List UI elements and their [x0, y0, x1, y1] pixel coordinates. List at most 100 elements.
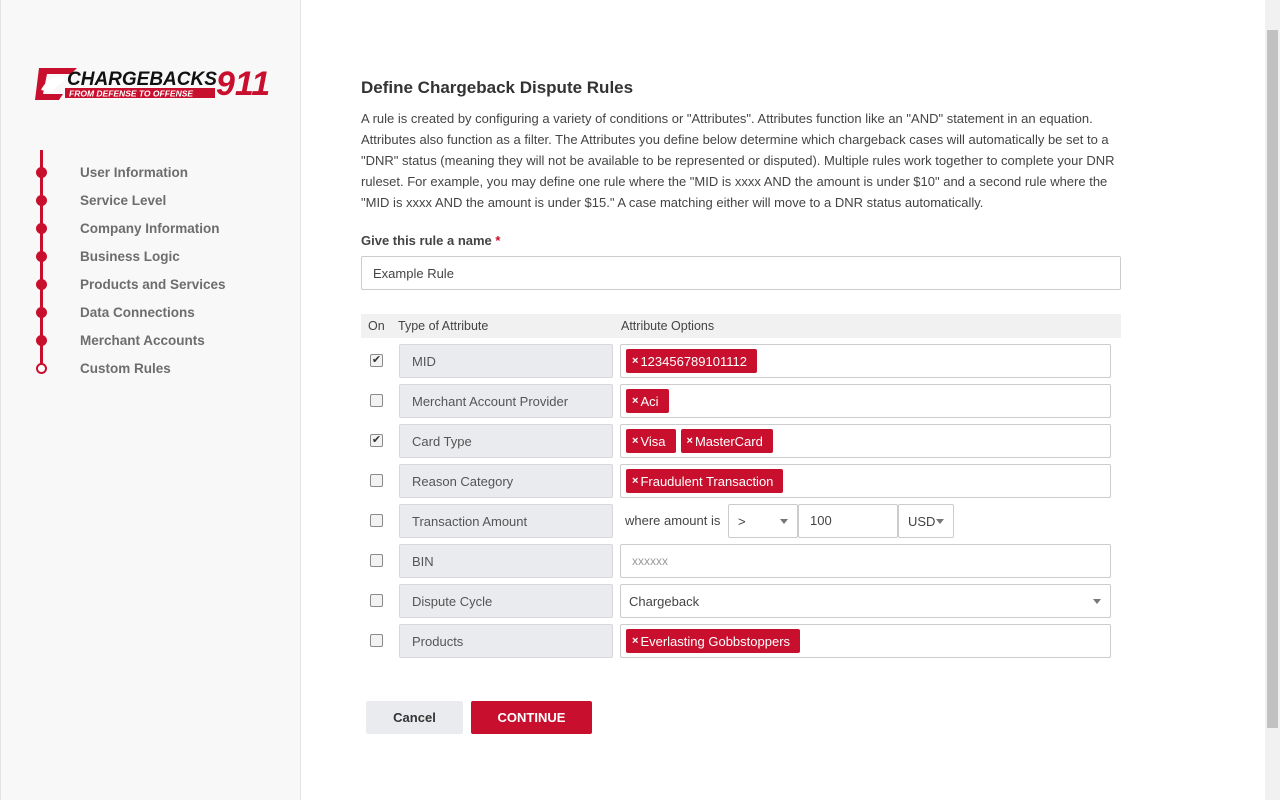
- step-user-information[interactable]: User Information: [31, 162, 291, 182]
- step-merchant-accounts[interactable]: Merchant Accounts: [31, 330, 291, 350]
- attribute-row-bin: BIN xxxxxx: [361, 544, 1121, 578]
- dispute-cycle-value: Chargeback: [629, 593, 700, 609]
- logo-tagline: FROM DEFENSE TO OFFENSE: [69, 89, 193, 99]
- tag-remove-icon[interactable]: ×: [632, 435, 638, 447]
- currency-value: USD: [908, 514, 936, 529]
- attribute-type: Transaction Amount: [399, 504, 613, 538]
- tag: × Visa: [626, 429, 676, 453]
- chevron-down-icon: [1093, 599, 1101, 604]
- page-title: Define Chargeback Dispute Rules: [361, 78, 634, 97]
- step-dot: [36, 194, 47, 206]
- attribute-type: MID: [399, 344, 613, 378]
- chargebacks911-logo[interactable]: CHARGEBACKS 911 FROM DEFENSE TO OFFENSE: [33, 64, 273, 104]
- tag-remove-icon[interactable]: ×: [687, 435, 693, 447]
- step-label: Products and Services: [80, 276, 226, 292]
- step-service-level[interactable]: Service Level: [31, 190, 291, 210]
- step-label: Custom Rules: [80, 360, 171, 376]
- currency-select[interactable]: USD: [898, 504, 954, 538]
- step-dot: [36, 306, 47, 318]
- tag-label: Fraudulent Transaction: [640, 473, 774, 489]
- header-options: Attribute Options: [621, 319, 715, 333]
- amount-operator-select[interactable]: >: [728, 504, 798, 538]
- tag-label: 123456789101112: [640, 353, 747, 369]
- bin-input[interactable]: xxxxxx: [620, 544, 1111, 578]
- page-description: A rule is created by configuring a varie…: [361, 111, 1115, 210]
- bin-checkbox[interactable]: [370, 554, 383, 567]
- required-marker: *: [495, 233, 501, 248]
- step-label: User Information: [80, 164, 189, 180]
- step-business-logic[interactable]: Business Logic: [31, 246, 291, 266]
- mid-tag-input[interactable]: × 123456789101112: [620, 344, 1111, 378]
- step-label: Service Level: [80, 192, 167, 208]
- rule-name-label: Give this rule a name *: [361, 233, 1121, 248]
- products-tag-input[interactable]: × Everlasting Gobbstoppers: [620, 624, 1111, 658]
- amount-condition: where amount is > 100 USD: [620, 504, 960, 538]
- cancel-button[interactable]: Cancel: [366, 701, 463, 734]
- step-products-and-services[interactable]: Products and Services: [31, 274, 291, 294]
- main-content: Define Chargeback Dispute Rules A rule i…: [361, 78, 1121, 734]
- tag: × Everlasting Gobbstoppers: [626, 629, 801, 653]
- step-dot: [36, 250, 47, 262]
- attribute-row-transaction-amount: Transaction Amount where amount is > 100…: [361, 504, 1121, 538]
- step-dot: [36, 222, 47, 234]
- scrollbar-thumb[interactable]: [1267, 30, 1278, 728]
- chevron-down-icon: [936, 519, 944, 524]
- tag: × Aci: [626, 389, 669, 413]
- attribute-type: Merchant Account Provider: [399, 384, 613, 418]
- step-dot: [36, 166, 47, 178]
- tag-label: Visa: [640, 433, 666, 449]
- step-company-information[interactable]: Company Information: [31, 218, 291, 238]
- tag-remove-icon[interactable]: ×: [632, 635, 638, 647]
- tag-label: Everlasting Gobbstoppers: [640, 633, 791, 649]
- card-type-tag-input[interactable]: × Visa × MasterCard: [620, 424, 1111, 458]
- tag: × MasterCard: [680, 429, 773, 453]
- step-dot: [36, 278, 47, 290]
- attribute-table-header: On Type of Attribute Attribute Options: [361, 314, 1121, 338]
- merchant-account-provider-checkbox[interactable]: [370, 394, 383, 407]
- tag-remove-icon[interactable]: ×: [632, 395, 638, 407]
- transaction-amount-checkbox[interactable]: [370, 514, 383, 527]
- logo-number: 911: [216, 65, 270, 103]
- step-dot: [36, 334, 47, 346]
- header-type: Type of Attribute: [398, 319, 489, 333]
- merchant-account-provider-tag-input[interactable]: × Aci: [620, 384, 1111, 418]
- continue-button[interactable]: CONTINUE: [471, 701, 592, 734]
- tag: × Fraudulent Transaction: [626, 469, 784, 493]
- attribute-type: Card Type: [399, 424, 613, 458]
- vertical-scrollbar[interactable]: [1265, 0, 1280, 800]
- tag-remove-icon[interactable]: ×: [632, 475, 638, 487]
- dispute-cycle-select[interactable]: Chargeback: [620, 584, 1111, 618]
- card-type-checkbox[interactable]: ✔: [370, 434, 383, 447]
- header-on: On: [368, 319, 385, 333]
- tag-remove-icon[interactable]: ×: [632, 355, 638, 367]
- attribute-row-products: Products × Everlasting Gobbstoppers: [361, 624, 1121, 658]
- reason-category-checkbox[interactable]: [370, 474, 383, 487]
- bin-placeholder: xxxxxx: [632, 554, 668, 568]
- attribute-row-reason-category: Reason Category × Fraudulent Transaction: [361, 464, 1121, 498]
- reason-category-tag-input[interactable]: × Fraudulent Transaction: [620, 464, 1111, 498]
- amount-prefix: where amount is: [625, 513, 721, 528]
- tag-label: MasterCard: [694, 433, 763, 449]
- attribute-table: On Type of Attribute Attribute Options ✔…: [361, 314, 1121, 658]
- step-label: Company Information: [80, 220, 220, 236]
- rule-name-input[interactable]: [361, 256, 1121, 290]
- attribute-row-merchant-account-provider: Merchant Account Provider × Aci: [361, 384, 1121, 418]
- attribute-row-card-type: ✔ Card Type × Visa × MasterCard: [361, 424, 1121, 458]
- dispute-cycle-checkbox[interactable]: [370, 594, 383, 607]
- attribute-row-mid: ✔ MID × 123456789101112: [361, 344, 1121, 378]
- products-checkbox[interactable]: [370, 634, 383, 647]
- attribute-row-dispute-cycle: Dispute Cycle Chargeback: [361, 584, 1121, 618]
- logo-wordmark: CHARGEBACKS: [67, 69, 217, 90]
- sidebar: CHARGEBACKS 911 FROM DEFENSE TO OFFENSE …: [0, 0, 301, 800]
- mid-checkbox[interactable]: ✔: [370, 354, 383, 367]
- step-data-connections[interactable]: Data Connections: [31, 302, 291, 322]
- rule-name-label-text: Give this rule a name: [361, 233, 492, 248]
- attribute-type: Dispute Cycle: [399, 584, 613, 618]
- tag: × 123456789101112: [626, 349, 757, 373]
- amount-value-input[interactable]: 100: [798, 504, 898, 538]
- step-label: Data Connections: [80, 304, 195, 320]
- attribute-type: Products: [399, 624, 613, 658]
- attribute-type: Reason Category: [399, 464, 613, 498]
- step-label: Business Logic: [80, 248, 180, 264]
- step-custom-rules[interactable]: Custom Rules: [31, 358, 291, 378]
